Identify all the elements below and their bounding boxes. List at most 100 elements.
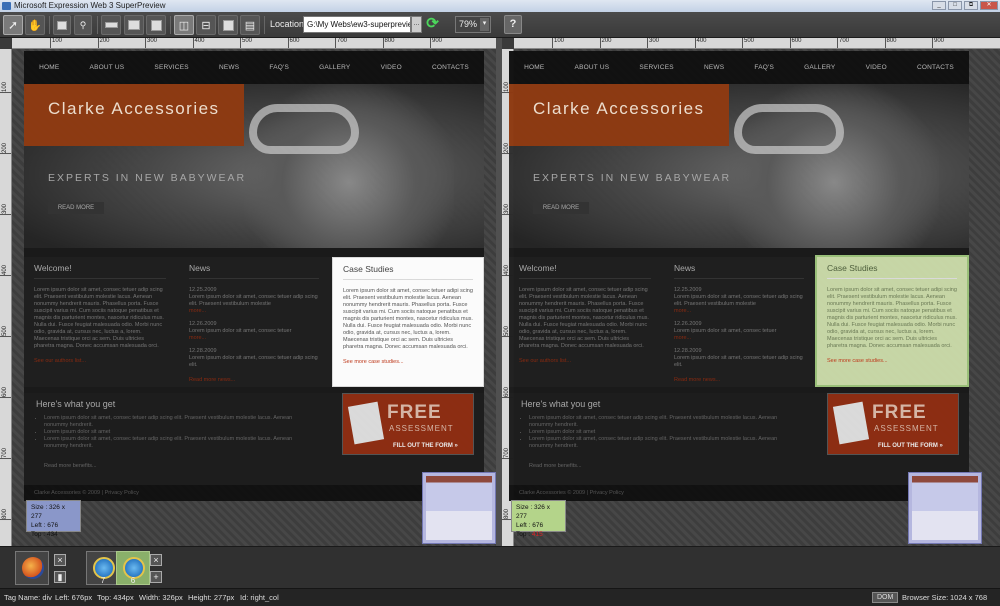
hero-tagline: EXPERTS IN NEW BABYWEAR [533, 172, 732, 184]
case-studies-text: Lorem ipsum dolor sit amet, consec tetue… [827, 287, 957, 349]
overlay-button[interactable] [146, 15, 166, 35]
screen-layout-button[interactable] [53, 15, 71, 35]
nav-item[interactable]: FAQ'S [754, 64, 774, 71]
restore-button[interactable]: ⧉ [964, 1, 978, 10]
benefits-section: Here's what you get Lorem ipsum dolor si… [509, 393, 969, 485]
nav-item[interactable]: ABOUT US [575, 64, 610, 71]
news-item: 12.26.2009 Lorem ipsum dolor sit amet, co… [674, 321, 804, 342]
dom-button[interactable]: DOM [872, 592, 899, 603]
news-more-link[interactable]: more... [674, 308, 804, 315]
comparison-preview-pane: 100 200 300 400 500 600 700 800 900 100 200 300 400… [502, 38, 1000, 546]
firefox-session[interactable] [15, 551, 49, 585]
hero-banner: Clarke Accessories EXPERTS IN NEW BABYWE… [24, 84, 484, 248]
news-title: News [189, 264, 319, 279]
authors-link[interactable]: See our authors list... [34, 358, 166, 365]
nav-item[interactable]: SERVICES [154, 64, 188, 71]
status-tag-name: Tag Name: div [4, 593, 52, 602]
page-thumbnail[interactable] [422, 472, 496, 544]
nav-item[interactable]: SERVICES [639, 64, 673, 71]
authors-link[interactable]: See our authors list... [519, 358, 651, 365]
news-item: 12.26.2009 Lorem ipsum dolor sit amet, co… [189, 321, 319, 342]
ie-session[interactable]: 7 [86, 551, 120, 585]
read-more-news-link[interactable]: Read more news... [674, 377, 804, 384]
nav-item[interactable]: GALLERY [804, 64, 835, 71]
news-more-link[interactable]: more... [189, 335, 319, 342]
baseline-preview-pane: 100 200 300 400 500 600 700 800 900 100 200 300 400… [0, 38, 496, 546]
overlay-layout-button[interactable] [218, 15, 238, 35]
horizontal-split-icon: ⊟ [201, 19, 211, 32]
maximize-button[interactable]: □ [948, 1, 962, 10]
fill-form-link[interactable]: FILL OUT THE FORM » [878, 443, 943, 449]
rendered-page: HOME ABOUT US SERVICES NEWS FAQ'S GALLER… [509, 51, 969, 501]
news-more-link[interactable]: more... [189, 308, 319, 315]
ruler-tick: 600 [0, 386, 11, 399]
free-assessment-banner[interactable]: FREE ASSESSMENT FILL OUT THE FORM » [342, 393, 474, 455]
free-assessment-banner[interactable]: FREE ASSESSMENT FILL OUT THE FORM » [827, 393, 959, 455]
full-layout-button[interactable]: ▤ [240, 15, 260, 35]
ruler-tick: 100 [552, 38, 564, 48]
close-session-button[interactable]: × [54, 554, 66, 566]
case-studies-link[interactable]: See more case studies... [827, 358, 957, 365]
ie-session-active[interactable]: 6 [116, 551, 150, 585]
location-dropdown-button[interactable]: ... [411, 16, 422, 33]
minimize-button[interactable]: _ [932, 1, 946, 10]
nav-item[interactable]: CONTACTS [917, 64, 954, 71]
read-more-button[interactable]: READ MORE [533, 202, 589, 214]
read-more-benefits-link[interactable]: Read more benefits... [44, 463, 97, 469]
pointer-tool-button[interactable]: ➚ [3, 15, 23, 35]
grid-icon [128, 20, 140, 30]
nav-item[interactable]: ABOUT US [90, 64, 125, 71]
status-top: Top: 434px [97, 593, 134, 602]
toolbar-separator [97, 16, 98, 34]
case-studies-link[interactable]: See more case studies... [343, 359, 473, 366]
read-more-button[interactable]: READ MORE [48, 202, 104, 214]
chevron-down-icon[interactable]: ▾ [480, 18, 489, 31]
status-bar: Tag Name: div Left: 676px Top: 434px Wid… [0, 588, 1000, 606]
nav-item[interactable]: HOME [39, 64, 59, 71]
nav-item[interactable]: GALLERY [319, 64, 350, 71]
nav-item[interactable]: VIDEO [866, 64, 887, 71]
read-more-news-link[interactable]: Read more news... [189, 377, 319, 384]
fill-form-link[interactable]: FILL OUT THE FORM » [393, 443, 458, 449]
sunglasses-shape [249, 104, 359, 154]
info-left: Left : 676 [516, 522, 544, 529]
side-by-side-layout-button[interactable]: ◫ [174, 15, 194, 35]
welcome-column: Welcome! Lorem ipsum dolor sit amet, con… [509, 257, 661, 387]
nav-item[interactable]: HOME [524, 64, 544, 71]
add-session-button[interactable]: + [150, 571, 162, 583]
nav-item[interactable]: NEWS [219, 64, 239, 71]
thumbnail-preview [426, 476, 492, 540]
browser-size-value[interactable]: 1024 x 768 [950, 589, 987, 606]
ruler-button[interactable] [101, 15, 121, 35]
news-item: 12.25.2009 Lorem ipsum dolor sit amet, co… [674, 287, 804, 315]
ruler-tick: 200 [97, 38, 110, 48]
ruler-tick: 500 [240, 38, 252, 48]
case-studies-column[interactable]: Case Studies Lorem ipsum dolor sit amet,… [815, 255, 969, 387]
assessment-label: ASSESSMENT [389, 424, 454, 433]
close-session-button[interactable]: × [150, 554, 162, 566]
nav-item[interactable]: FAQ'S [269, 64, 289, 71]
session-options-button[interactable]: ▮ [54, 571, 66, 583]
pan-tool-button[interactable]: ✋ [25, 15, 45, 35]
read-more-benefits-link[interactable]: Read more benefits... [529, 463, 582, 469]
close-button[interactable]: ✕ [980, 1, 998, 10]
ruler-tick: 700 [0, 447, 11, 460]
location-input[interactable]: G:\My Webs\ew3-superpreview-exar [303, 16, 411, 33]
page-thumbnail[interactable] [908, 472, 982, 544]
inspector-button[interactable]: ⚲ [74, 15, 92, 35]
help-button[interactable]: ? [504, 15, 522, 34]
element-info-box: Size : 326 x 277 Left : 676 Top : 434 [26, 500, 81, 538]
nav-item[interactable]: CONTACTS [432, 64, 469, 71]
news-more-link[interactable]: more... [674, 335, 804, 342]
document-icon [347, 401, 385, 445]
info-top-value: 415 [531, 531, 543, 538]
nav-item[interactable]: NEWS [704, 64, 724, 71]
benefits-list: Lorem ipsum dolor sit amet, consec tetue… [44, 415, 314, 450]
grid-button[interactable] [124, 15, 144, 35]
news-item: 12.25.2009 Lorem ipsum dolor sit amet, co… [189, 287, 319, 315]
case-studies-column[interactable]: Case Studies Lorem ipsum dolor sit amet,… [332, 257, 484, 387]
nav-item[interactable]: VIDEO [381, 64, 402, 71]
refresh-icon[interactable]: ⟳ [425, 16, 440, 32]
list-item: Lorem ipsum dolor sit amet [529, 429, 799, 436]
horizontal-layout-button[interactable]: ⊟ [196, 15, 216, 35]
